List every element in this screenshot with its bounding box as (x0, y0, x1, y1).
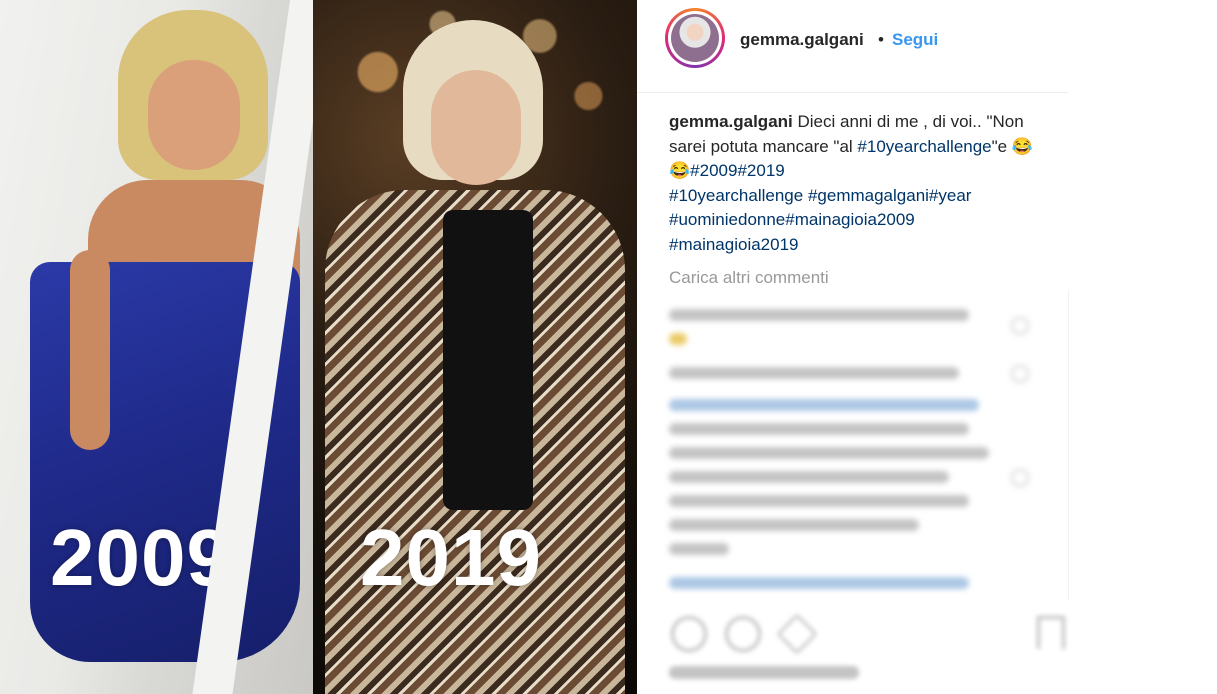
post-actions-bar (665, 608, 1075, 694)
like-heart-icon[interactable] (671, 616, 707, 652)
year-2019-label: 2019 (360, 513, 542, 602)
post-image[interactable]: 2009 2019 (0, 0, 637, 694)
sidebar-divider (1068, 290, 1069, 600)
hashtag-link[interactable]: #10yearchallenge (857, 137, 991, 156)
avatar[interactable] (665, 8, 725, 68)
post-header: gemma.galgani • Segui (637, 0, 1068, 93)
blurred-comment-line (669, 309, 969, 321)
load-more-comments-button[interactable]: Carica altri commenti (669, 268, 829, 288)
blurred-comment-line (669, 519, 919, 531)
blurred-comment-line (669, 543, 729, 555)
blurred-comment-line (669, 495, 969, 507)
top-shape (443, 210, 533, 510)
hashtag-link[interactable]: #uominiedonne (669, 210, 785, 229)
blurred-comment-line (669, 447, 989, 459)
hashtag-link[interactable]: #10yearchallenge (669, 186, 803, 205)
share-icon[interactable] (776, 613, 818, 655)
comment-icon[interactable] (725, 616, 761, 652)
hashtag-link[interactable]: #2019 (737, 161, 784, 180)
hashtag-link[interactable]: #gemmagalgani (808, 186, 929, 205)
face-shape (148, 60, 240, 170)
blurred-comment-line (669, 577, 969, 589)
blurred-comment-line (669, 333, 687, 345)
save-bookmark-icon[interactable] (1037, 616, 1065, 649)
heart-icon[interactable] (1011, 317, 1029, 335)
blurred-comment-line (669, 471, 949, 483)
avatar-image (671, 14, 719, 62)
avatar-ring (668, 11, 722, 65)
blurred-comments-list (665, 297, 1045, 607)
photo-2009: 2009 (0, 0, 318, 694)
face-shape (431, 70, 521, 185)
blurred-comment-line (669, 367, 959, 379)
follow-button[interactable]: Segui (892, 30, 938, 50)
header-username-link[interactable]: gemma.galgani (740, 30, 864, 50)
heart-icon[interactable] (1011, 469, 1029, 487)
post-caption: gemma.galgani Dieci anni di me , di voi.… (669, 110, 1039, 257)
heart-icon[interactable] (1011, 365, 1029, 383)
post-sidebar: gemma.galgani • Segui gemma.galgani Diec… (637, 0, 1217, 694)
blurred-comment-line (669, 423, 969, 435)
likes-count-blurred (669, 666, 859, 679)
hashtag-link[interactable]: #mainagioia2019 (669, 235, 799, 254)
hashtag-link[interactable]: #mainagioia2009 (785, 210, 915, 229)
header-separator: • (878, 30, 884, 49)
caption-username-link[interactable]: gemma.galgani (669, 112, 793, 131)
blurred-comment-line (669, 399, 979, 411)
year-2009-label: 2009 (50, 513, 232, 602)
hashtag-link[interactable]: #year (929, 186, 972, 205)
hashtag-link[interactable]: #2009 (690, 161, 737, 180)
photo-2019: 2019 (313, 0, 637, 694)
arm-left-shape (70, 250, 110, 450)
